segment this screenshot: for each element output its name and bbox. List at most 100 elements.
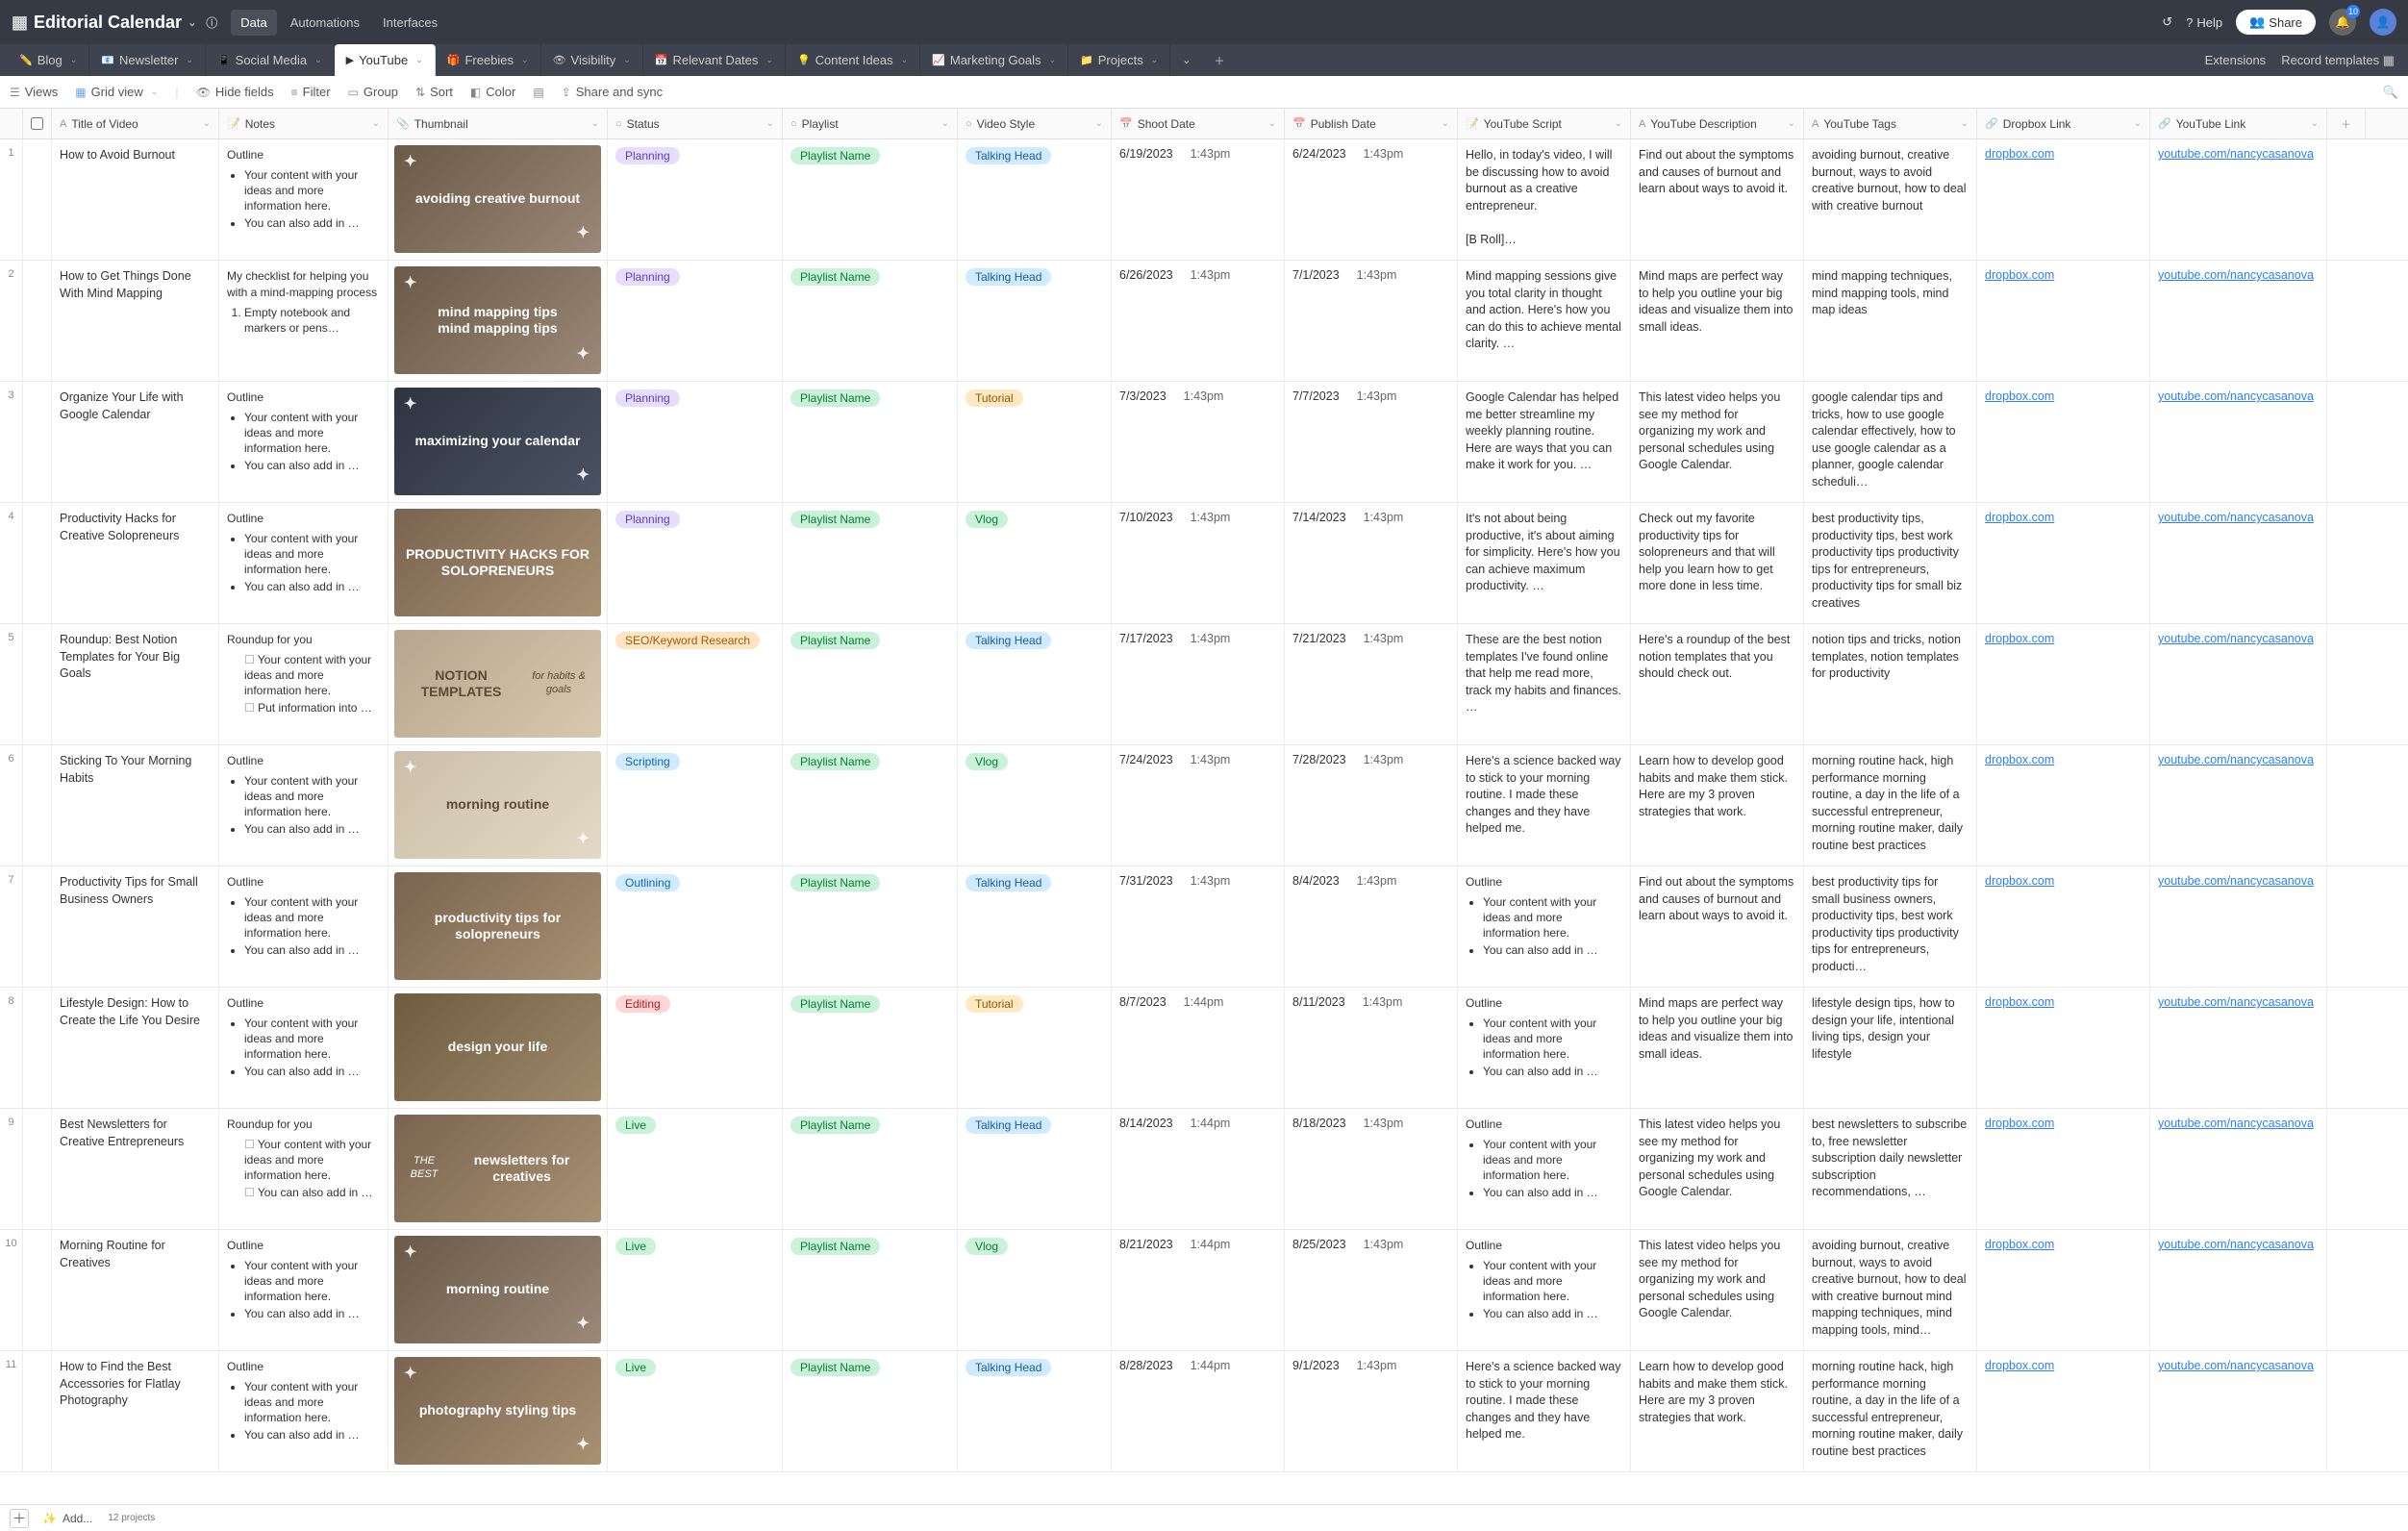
cell-tags[interactable]: avoiding burnout, creative burnout, ways… [1804, 139, 1977, 260]
cell-shoot-date[interactable]: 7/31/20231:43pm [1112, 866, 1285, 987]
history-icon[interactable]: ↺ [2162, 14, 2172, 30]
cell-publish-date[interactable]: 7/21/20231:43pm [1285, 624, 1458, 744]
tab-overflow-button[interactable]: ⌄ [1170, 44, 1202, 76]
table-row[interactable]: 1How to Avoid BurnoutOutlineYour content… [0, 139, 2408, 261]
header-youtube-link[interactable]: 🔗YouTube Link⌄ [2150, 109, 2327, 138]
add-record-button[interactable]: ＋ [10, 1509, 29, 1528]
cell-script[interactable]: Here's a science backed way to stick to … [1458, 1351, 1631, 1471]
cell-youtube-link[interactable]: youtube.com/nancycasanova [2150, 1351, 2327, 1471]
chevron-down-icon[interactable]: ⌄ [766, 118, 774, 129]
share-sync-button[interactable]: ⇪Share and sync [562, 85, 663, 99]
dropbox-link[interactable]: dropbox.com [1985, 874, 2054, 888]
chevron-down-icon[interactable]: ⌄ [372, 118, 380, 129]
chevron-down-icon[interactable]: ⌄ [1095, 118, 1103, 129]
tab-projects[interactable]: 📁Projects⌄ [1068, 44, 1170, 76]
add-table-button[interactable]: ＋ [1203, 44, 1237, 76]
dropbox-link[interactable]: dropbox.com [1985, 268, 2054, 282]
chevron-down-icon[interactable]: ⌄ [2134, 118, 2142, 129]
youtube-link[interactable]: youtube.com/nancycasanova [2158, 511, 2314, 524]
dropbox-link[interactable]: dropbox.com [1985, 753, 2054, 766]
cell-shoot-date[interactable]: 8/14/20231:44pm [1112, 1109, 1285, 1229]
cell-status[interactable]: SEO/Keyword Research [608, 624, 783, 744]
cell-description[interactable]: Learn how to develop good habits and mak… [1631, 745, 1804, 866]
cell-title[interactable]: Roundup: Best Notion Templates for Your … [52, 624, 219, 744]
header-youtube-script[interactable]: 📝YouTube Script⌄ [1458, 109, 1631, 138]
cell-status[interactable]: Live [608, 1351, 783, 1471]
cell-title[interactable]: Lifestyle Design: How to Create the Life… [52, 988, 219, 1108]
tab-newsletter[interactable]: 📧Newsletter⌄ [89, 44, 206, 76]
cell-tags[interactable]: best newsletters to subscribe to, free n… [1804, 1109, 1977, 1229]
notifications-button[interactable]: 🔔10 [2329, 9, 2356, 36]
cell-video-style[interactable]: Vlog [958, 1230, 1112, 1350]
cell-status[interactable]: Live [608, 1230, 783, 1350]
cell-notes[interactable]: OutlineYour content with your ideas and … [219, 866, 389, 987]
cell-youtube-link[interactable]: youtube.com/nancycasanova [2150, 139, 2327, 260]
cell-dropbox-link[interactable]: dropbox.com [1977, 1351, 2150, 1471]
grid-view-button[interactable]: ▦Grid view⌄ [75, 85, 158, 99]
table-row[interactable]: 5Roundup: Best Notion Templates for Your… [0, 624, 2408, 745]
cell-shoot-date[interactable]: 7/17/20231:43pm [1112, 624, 1285, 744]
cell-notes[interactable]: OutlineYour content with your ideas and … [219, 139, 389, 260]
dropbox-link[interactable]: dropbox.com [1985, 632, 2054, 645]
chevron-down-icon[interactable]: ⌄ [314, 55, 322, 65]
chevron-down-icon[interactable]: ⌄ [1049, 55, 1057, 65]
cell-thumbnail[interactable]: photography styling tips [389, 1351, 608, 1471]
cell-thumbnail[interactable]: maximizing your calendar [389, 382, 608, 502]
cell-shoot-date[interactable]: 8/28/20231:44pm [1112, 1351, 1285, 1471]
cell-video-style[interactable]: Talking Head [958, 1351, 1112, 1471]
cell-description[interactable]: Learn how to develop good habits and mak… [1631, 1351, 1804, 1471]
cell-script[interactable]: Here's a science backed way to stick to … [1458, 745, 1631, 866]
dropbox-link[interactable]: dropbox.com [1985, 1238, 2054, 1251]
cell-playlist[interactable]: Playlist Name [783, 1351, 958, 1471]
cell-notes[interactable]: OutlineYour content with your ideas and … [219, 988, 389, 1108]
youtube-link[interactable]: youtube.com/nancycasanova [2158, 1238, 2314, 1251]
cell-status[interactable]: Planning [608, 503, 783, 623]
dropbox-link[interactable]: dropbox.com [1985, 995, 2054, 1009]
dropbox-link[interactable]: dropbox.com [1985, 511, 2054, 524]
chevron-down-icon[interactable]: ⌄ [186, 55, 193, 65]
cell-status[interactable]: Scripting [608, 745, 783, 866]
cell-dropbox-link[interactable]: dropbox.com [1977, 988, 2150, 1108]
cell-video-style[interactable]: Talking Head [958, 139, 1112, 260]
cell-video-style[interactable]: Talking Head [958, 1109, 1112, 1229]
youtube-link[interactable]: youtube.com/nancycasanova [2158, 995, 2314, 1009]
cell-notes[interactable]: OutlineYour content with your ideas and … [219, 382, 389, 502]
sort-button[interactable]: ⇅Sort [415, 85, 453, 99]
cell-youtube-link[interactable]: youtube.com/nancycasanova [2150, 745, 2327, 866]
cell-publish-date[interactable]: 8/11/20231:43pm [1285, 988, 1458, 1108]
header-dropbox-link[interactable]: 🔗Dropbox Link⌄ [1977, 109, 2150, 138]
cell-dropbox-link[interactable]: dropbox.com [1977, 1230, 2150, 1350]
cell-publish-date[interactable]: 6/24/20231:43pm [1285, 139, 1458, 260]
table-row[interactable]: 11How to Find the Best Accessories for F… [0, 1351, 2408, 1472]
cell-notes[interactable]: OutlineYour content with your ideas and … [219, 745, 389, 866]
top-tab-interfaces[interactable]: Interfaces [373, 10, 447, 36]
color-button[interactable]: ◧Color [470, 85, 515, 99]
table-row[interactable]: 4Productivity Hacks for Creative Solopre… [0, 503, 2408, 624]
group-button[interactable]: ▭Group [348, 85, 398, 99]
chevron-down-icon[interactable]: ⌄ [1268, 118, 1276, 129]
doc-title[interactable]: ▦ Editorial Calendar ⌄ ⓘ [12, 13, 217, 33]
cell-tags[interactable]: mind mapping techniques, mind mapping to… [1804, 261, 1977, 381]
views-button[interactable]: ☰Views [10, 85, 58, 99]
cell-playlist[interactable]: Playlist Name [783, 1230, 958, 1350]
top-tab-data[interactable]: Data [231, 10, 276, 36]
cell-youtube-link[interactable]: youtube.com/nancycasanova [2150, 866, 2327, 987]
cell-youtube-link[interactable]: youtube.com/nancycasanova [2150, 988, 2327, 1108]
cell-dropbox-link[interactable]: dropbox.com [1977, 139, 2150, 260]
cell-tags[interactable]: morning routine hack, high performance m… [1804, 745, 1977, 866]
cell-youtube-link[interactable]: youtube.com/nancycasanova [2150, 503, 2327, 623]
cell-status[interactable]: Live [608, 1109, 783, 1229]
header-playlist[interactable]: ○Playlist⌄ [783, 109, 958, 138]
cell-dropbox-link[interactable]: dropbox.com [1977, 745, 2150, 866]
cell-script[interactable]: These are the best notion templates I've… [1458, 624, 1631, 744]
header-publish-date[interactable]: 📅Publish Date⌄ [1285, 109, 1458, 138]
record-templates-button[interactable]: Record templates ▦ [2281, 53, 2395, 68]
table-row[interactable]: 9Best Newsletters for Creative Entrepren… [0, 1109, 2408, 1230]
cell-description[interactable]: This latest video helps you see my metho… [1631, 382, 1804, 502]
cell-thumbnail[interactable]: THE BESTnewsletters for creatives [389, 1109, 608, 1229]
table-row[interactable]: 3Organize Your Life with Google Calendar… [0, 382, 2408, 503]
cell-thumbnail[interactable]: morning routine [389, 1230, 608, 1350]
chevron-down-icon[interactable]: ⌄ [203, 118, 211, 129]
cell-publish-date[interactable]: 9/1/20231:43pm [1285, 1351, 1458, 1471]
cell-status[interactable]: Planning [608, 261, 783, 381]
